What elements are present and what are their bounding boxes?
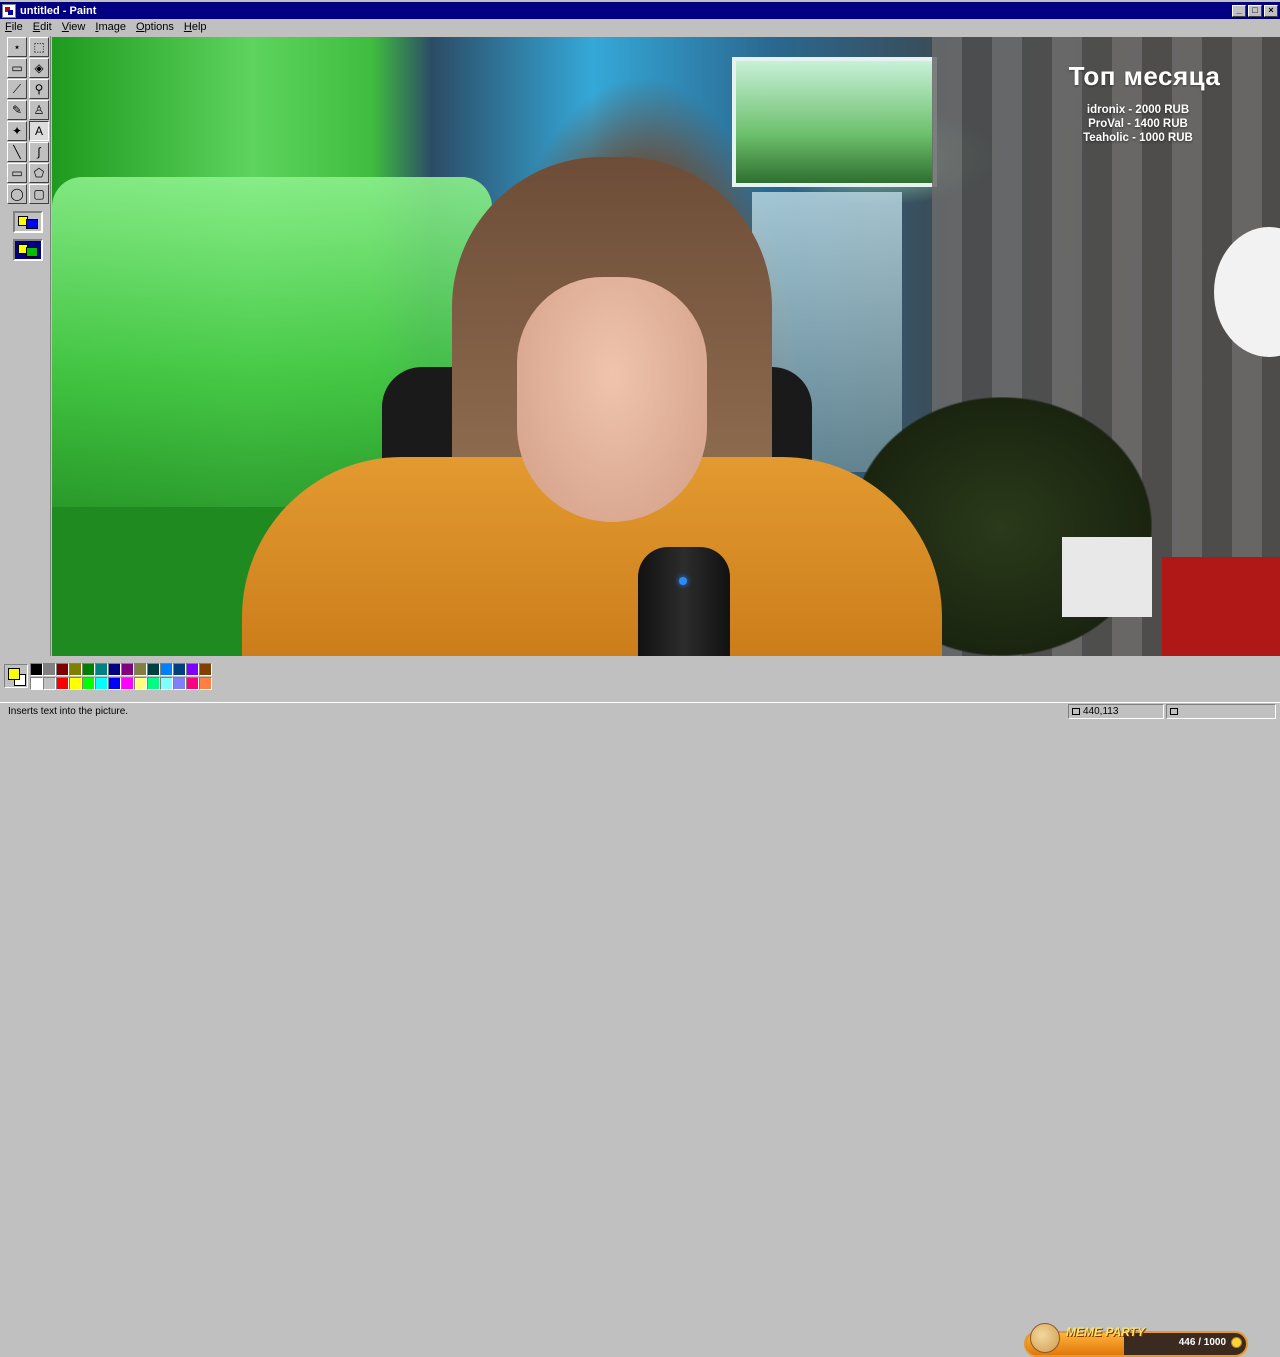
tool-options xyxy=(13,211,45,261)
top-donors-title: Топ месяца xyxy=(1068,61,1221,91)
color-swatch[interactable] xyxy=(95,677,108,690)
magnifier-icon[interactable]: ⚲ xyxy=(29,79,49,99)
cursor-coords: 440,113 xyxy=(1083,706,1119,717)
pencil-icon[interactable]: ✎ xyxy=(7,100,27,120)
color-swatch[interactable] xyxy=(69,663,82,676)
color-swatch[interactable] xyxy=(95,663,108,676)
color-swatch[interactable] xyxy=(121,677,134,690)
maximize-button[interactable]: □ xyxy=(1248,4,1262,17)
status-bar: Inserts text into the picture. 440,113 xyxy=(0,702,1280,720)
coin-icon xyxy=(1231,1337,1242,1348)
rounded-rectangle-icon[interactable]: ▢ xyxy=(29,184,49,204)
line-icon[interactable]: ╲ xyxy=(7,142,27,162)
menu-view[interactable]: View xyxy=(57,21,91,33)
color-swatch[interactable] xyxy=(82,663,95,676)
menu-help[interactable]: Help xyxy=(179,21,212,33)
doge-icon xyxy=(1030,1323,1060,1353)
color-swatch[interactable] xyxy=(121,663,134,676)
menu-edit[interactable]: Edit xyxy=(28,21,57,33)
curve-icon[interactable]: ∫ xyxy=(29,142,49,162)
color-swatch[interactable] xyxy=(160,663,173,676)
fill-icon[interactable]: ◈ xyxy=(29,58,49,78)
donor-entry: idronix - 2000 RUB xyxy=(1086,104,1190,116)
text-icon[interactable]: A xyxy=(29,121,49,141)
selection-size-icon xyxy=(1170,708,1178,715)
streamer-face xyxy=(517,277,707,522)
top-donors-list: idronix - 2000 RUB ProVal - 1400 RUB Tea… xyxy=(1052,103,1224,145)
color-swatch[interactable] xyxy=(134,663,147,676)
menu-options[interactable]: Options xyxy=(131,21,179,33)
color-swatch[interactable] xyxy=(160,677,173,690)
color-swatches xyxy=(30,663,212,690)
color-swatch[interactable] xyxy=(173,677,186,690)
color-swatch[interactable] xyxy=(43,663,56,676)
microphone-led xyxy=(679,577,687,585)
drawing-canvas[interactable]: Топ месяца idronix - 2000 RUB ProVal - 1… xyxy=(52,37,1280,656)
opaque-option[interactable] xyxy=(13,211,43,233)
airbrush-icon[interactable]: ✦ xyxy=(7,121,27,141)
paint-app-icon[interactable] xyxy=(2,3,16,18)
brush-icon[interactable]: ♙ xyxy=(29,100,49,120)
menu-bar: File Edit View Image Options Help xyxy=(0,19,1280,35)
meme-party-label: MEME PARTY xyxy=(1066,1325,1145,1339)
donor-entry: Teaholic - 1000 RUB xyxy=(1083,132,1193,144)
cursor-coords-pane: 440,113 xyxy=(1068,704,1164,719)
color-swatch[interactable] xyxy=(186,663,199,676)
microphone xyxy=(638,547,730,656)
color-swatch[interactable] xyxy=(69,677,82,690)
color-swatch[interactable] xyxy=(43,677,56,690)
selection-size-pane xyxy=(1166,704,1276,719)
color-swatch[interactable] xyxy=(108,677,121,690)
tool-grid: ⋆ ⬚ ▭ ◈ ⟋ ⚲ ✎ ♙ ✦ A ╲ ∫ ▭ ⬠ ◯ ▢ xyxy=(3,36,50,205)
donor-entry: ProVal - 1400 RUB xyxy=(1088,118,1188,130)
color-swatch[interactable] xyxy=(30,677,43,690)
rect-select-icon[interactable]: ⬚ xyxy=(29,37,49,57)
color-swatch[interactable] xyxy=(56,677,69,690)
close-button[interactable]: × xyxy=(1264,4,1278,17)
current-colors[interactable] xyxy=(4,664,28,688)
aquarium xyxy=(732,57,937,187)
color-swatch[interactable] xyxy=(147,677,160,690)
white-pot xyxy=(1062,537,1152,617)
rectangle-icon[interactable]: ▭ xyxy=(7,163,27,183)
transparent-option[interactable] xyxy=(13,239,43,261)
polygon-icon[interactable]: ⬠ xyxy=(29,163,49,183)
foreground-color xyxy=(8,668,20,680)
color-swatch[interactable] xyxy=(199,677,212,690)
minimize-button[interactable]: _ xyxy=(1232,4,1246,17)
title-bar[interactable]: untitled - Paint _ □ × xyxy=(0,2,1280,19)
meme-party-widget: MEME PARTY 446 / 1000 xyxy=(1024,1323,1248,1357)
color-swatch[interactable] xyxy=(186,677,199,690)
status-text: Inserts text into the picture. xyxy=(8,706,129,717)
color-swatch[interactable] xyxy=(199,663,212,676)
color-swatch[interactable] xyxy=(108,663,121,676)
free-select-icon[interactable]: ⋆ xyxy=(7,37,27,57)
color-swatch[interactable] xyxy=(173,663,186,676)
pick-color-icon[interactable]: ⟋ xyxy=(7,79,27,99)
color-swatch[interactable] xyxy=(56,663,69,676)
color-swatch[interactable] xyxy=(82,677,95,690)
color-swatch[interactable] xyxy=(134,677,147,690)
eraser-icon[interactable]: ▭ xyxy=(7,58,27,78)
menu-image[interactable]: Image xyxy=(90,21,131,33)
red-pot xyxy=(1162,557,1280,656)
ellipse-icon[interactable]: ◯ xyxy=(7,184,27,204)
menu-file[interactable]: File xyxy=(0,21,28,33)
cursor-position-icon xyxy=(1072,708,1080,715)
meme-party-count: 446 / 1000 xyxy=(1178,1337,1226,1348)
toolbox: ⋆ ⬚ ▭ ◈ ⟋ ⚲ ✎ ♙ ✦ A ╲ ∫ ▭ ⬠ ◯ ▢ xyxy=(3,36,51,656)
color-palette: MEME PARTY 446 / 1000 xyxy=(0,656,1280,1357)
color-swatch[interactable] xyxy=(147,663,160,676)
color-swatch[interactable] xyxy=(30,663,43,676)
window-title: untitled - Paint xyxy=(20,4,97,17)
paint-window: untitled - Paint _ □ × File Edit View Im… xyxy=(0,0,1280,1357)
